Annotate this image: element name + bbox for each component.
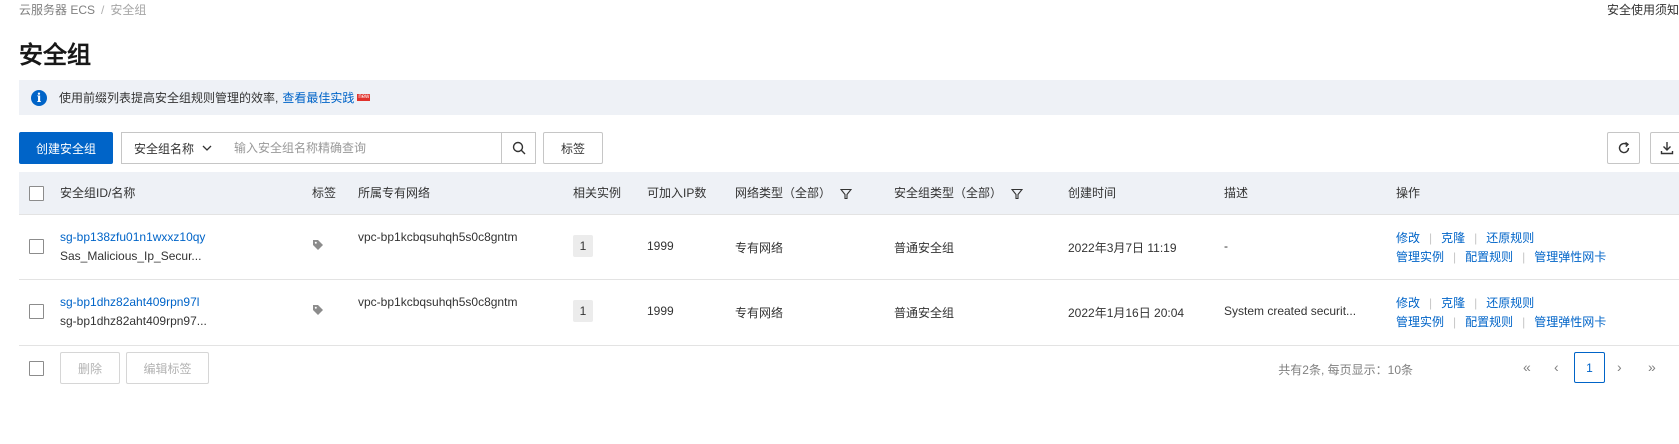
vpc-id: vpc-bp1kcbqsuhqh5s0c8gntm: [358, 230, 518, 244]
security-group-id-link[interactable]: sg-bp1dhz82aht409rpn97l: [60, 295, 199, 309]
column-instances: 相关实例: [573, 186, 622, 200]
manage-instances-link[interactable]: 管理实例: [1396, 250, 1444, 264]
search-field-select[interactable]: 安全组名称: [121, 132, 236, 164]
breadcrumb-root[interactable]: 云服务器 ECS: [19, 3, 95, 17]
security-notice-link[interactable]: 安全使用须知: [1607, 1, 1679, 18]
configure-rules-link[interactable]: 配置规则: [1465, 250, 1513, 264]
filter-icon[interactable]: [1011, 188, 1024, 200]
manage-eni-link[interactable]: 管理弹性网卡: [1534, 250, 1606, 264]
info-banner: i 使用前缀列表提高安全组规则管理的效率, 查看最佳实践 new: [19, 80, 1679, 115]
first-page-icon[interactable]: «: [1523, 359, 1531, 375]
column-vpc: 所属专有网络: [358, 186, 431, 200]
column-tag: 标签: [312, 186, 337, 200]
network-type: 专有网络: [735, 241, 784, 255]
row-actions-line1: 修改 | 克隆 | 还原规则: [1396, 231, 1535, 245]
related-instances-count[interactable]: 1: [573, 235, 593, 257]
modify-link[interactable]: 修改: [1396, 231, 1420, 245]
next-page-icon[interactable]: ›: [1617, 359, 1622, 375]
export-button[interactable]: [1650, 132, 1679, 164]
filter-icon[interactable]: [840, 188, 853, 200]
manage-instances-link[interactable]: 管理实例: [1396, 315, 1444, 329]
row-actions-line2: 管理实例 | 配置规则 | 管理弹性网卡: [1396, 315, 1607, 329]
created-time: 2022年3月7日 11:19: [1068, 241, 1177, 255]
clone-link[interactable]: 克隆: [1441, 231, 1465, 245]
row-checkbox[interactable]: [29, 304, 44, 319]
ip-count: 1999: [647, 239, 674, 253]
related-instances-count[interactable]: 1: [573, 300, 593, 322]
column-ip-count: 可加入IP数: [647, 186, 707, 200]
column-network-type-label: 网络类型（全部）: [735, 186, 832, 200]
column-sg-type[interactable]: 安全组类型（全部）: [894, 172, 1024, 214]
prev-page-icon[interactable]: ‹: [1554, 359, 1559, 375]
search-button[interactable]: [501, 132, 536, 164]
last-page-icon[interactable]: »: [1648, 359, 1656, 375]
chevron-down-icon: [202, 143, 212, 154]
security-group-name: sg-bp1dhz82aht409rpn97...: [60, 314, 207, 328]
description: System created securit...: [1224, 304, 1357, 318]
restore-rules-link[interactable]: 还原规则: [1486, 296, 1534, 310]
vpc-id: vpc-bp1kcbqsuhqh5s0c8gntm: [358, 295, 518, 309]
new-badge: new: [357, 94, 371, 101]
edit-tags-button[interactable]: 编辑标签: [126, 352, 209, 384]
security-group-name: Sas_Malicious_Ip_Secur...: [60, 249, 202, 263]
column-created: 创建时间: [1068, 186, 1117, 200]
clone-link[interactable]: 克隆: [1441, 296, 1465, 310]
column-ops: 操作: [1396, 186, 1421, 200]
manage-eni-link[interactable]: 管理弹性网卡: [1534, 315, 1606, 329]
row-actions-line1: 修改 | 克隆 | 还原规则: [1396, 296, 1535, 310]
breadcrumb: 云服务器 ECS / 安全组: [19, 1, 146, 18]
breadcrumb-separator: /: [101, 3, 105, 17]
tag-filter-button[interactable]: 标签: [543, 132, 603, 164]
created-time: 2022年1月16日 20:04: [1068, 306, 1185, 320]
network-type: 专有网络: [735, 306, 784, 320]
row-actions-line2: 管理实例 | 配置规则 | 管理弹性网卡: [1396, 250, 1607, 264]
description: -: [1224, 239, 1228, 253]
refresh-icon: [1618, 141, 1629, 154]
tag-icon[interactable]: [312, 304, 324, 319]
download-icon: [1660, 142, 1673, 155]
configure-rules-link[interactable]: 配置规则: [1465, 315, 1513, 329]
table-header: 安全组ID/名称 标签 所属专有网络 相关实例 可加入IP数 网络类型（全部） …: [19, 172, 1679, 215]
modify-link[interactable]: 修改: [1396, 296, 1420, 310]
restore-rules-link[interactable]: 还原规则: [1486, 231, 1534, 245]
search-input[interactable]: [222, 132, 525, 164]
info-icon: i: [31, 89, 47, 106]
pagination-info: 共有2条, 每页显示：10条: [1278, 363, 1413, 377]
row-checkbox[interactable]: [29, 239, 44, 254]
table-row: sg-bp1dhz82aht409rpn97l sg-bp1dhz82aht40…: [19, 280, 1679, 346]
page-number-current[interactable]: 1: [1574, 352, 1605, 383]
table-row: sg-bp138zfu01n1wxxz10qy Sas_Malicious_Ip…: [19, 214, 1679, 280]
sg-type: 普通安全组: [894, 306, 955, 320]
select-all-checkbox[interactable]: [29, 186, 44, 201]
column-desc: 描述: [1224, 186, 1249, 200]
column-network-type[interactable]: 网络类型（全部）: [735, 172, 853, 214]
ip-count: 1999: [647, 304, 674, 318]
search-field-select-value: 安全组名称: [134, 141, 195, 156]
column-id-name: 安全组ID/名称: [60, 186, 136, 200]
tag-icon[interactable]: [312, 239, 324, 254]
security-group-id-link[interactable]: sg-bp138zfu01n1wxxz10qy: [60, 230, 205, 244]
info-text: 使用前缀列表提高安全组规则管理的效率,: [59, 91, 279, 105]
search-icon: [512, 141, 525, 155]
create-security-group-button[interactable]: 创建安全组: [19, 132, 113, 164]
footer-select-all-checkbox[interactable]: [29, 361, 44, 376]
sg-type: 普通安全组: [894, 241, 955, 255]
page-title: 安全组: [19, 42, 91, 69]
delete-button[interactable]: 删除: [60, 352, 120, 384]
breadcrumb-current: 安全组: [110, 3, 147, 17]
refresh-button[interactable]: [1607, 132, 1640, 164]
column-sg-type-label: 安全组类型（全部）: [894, 186, 1003, 200]
best-practice-link[interactable]: 查看最佳实践: [282, 89, 354, 106]
